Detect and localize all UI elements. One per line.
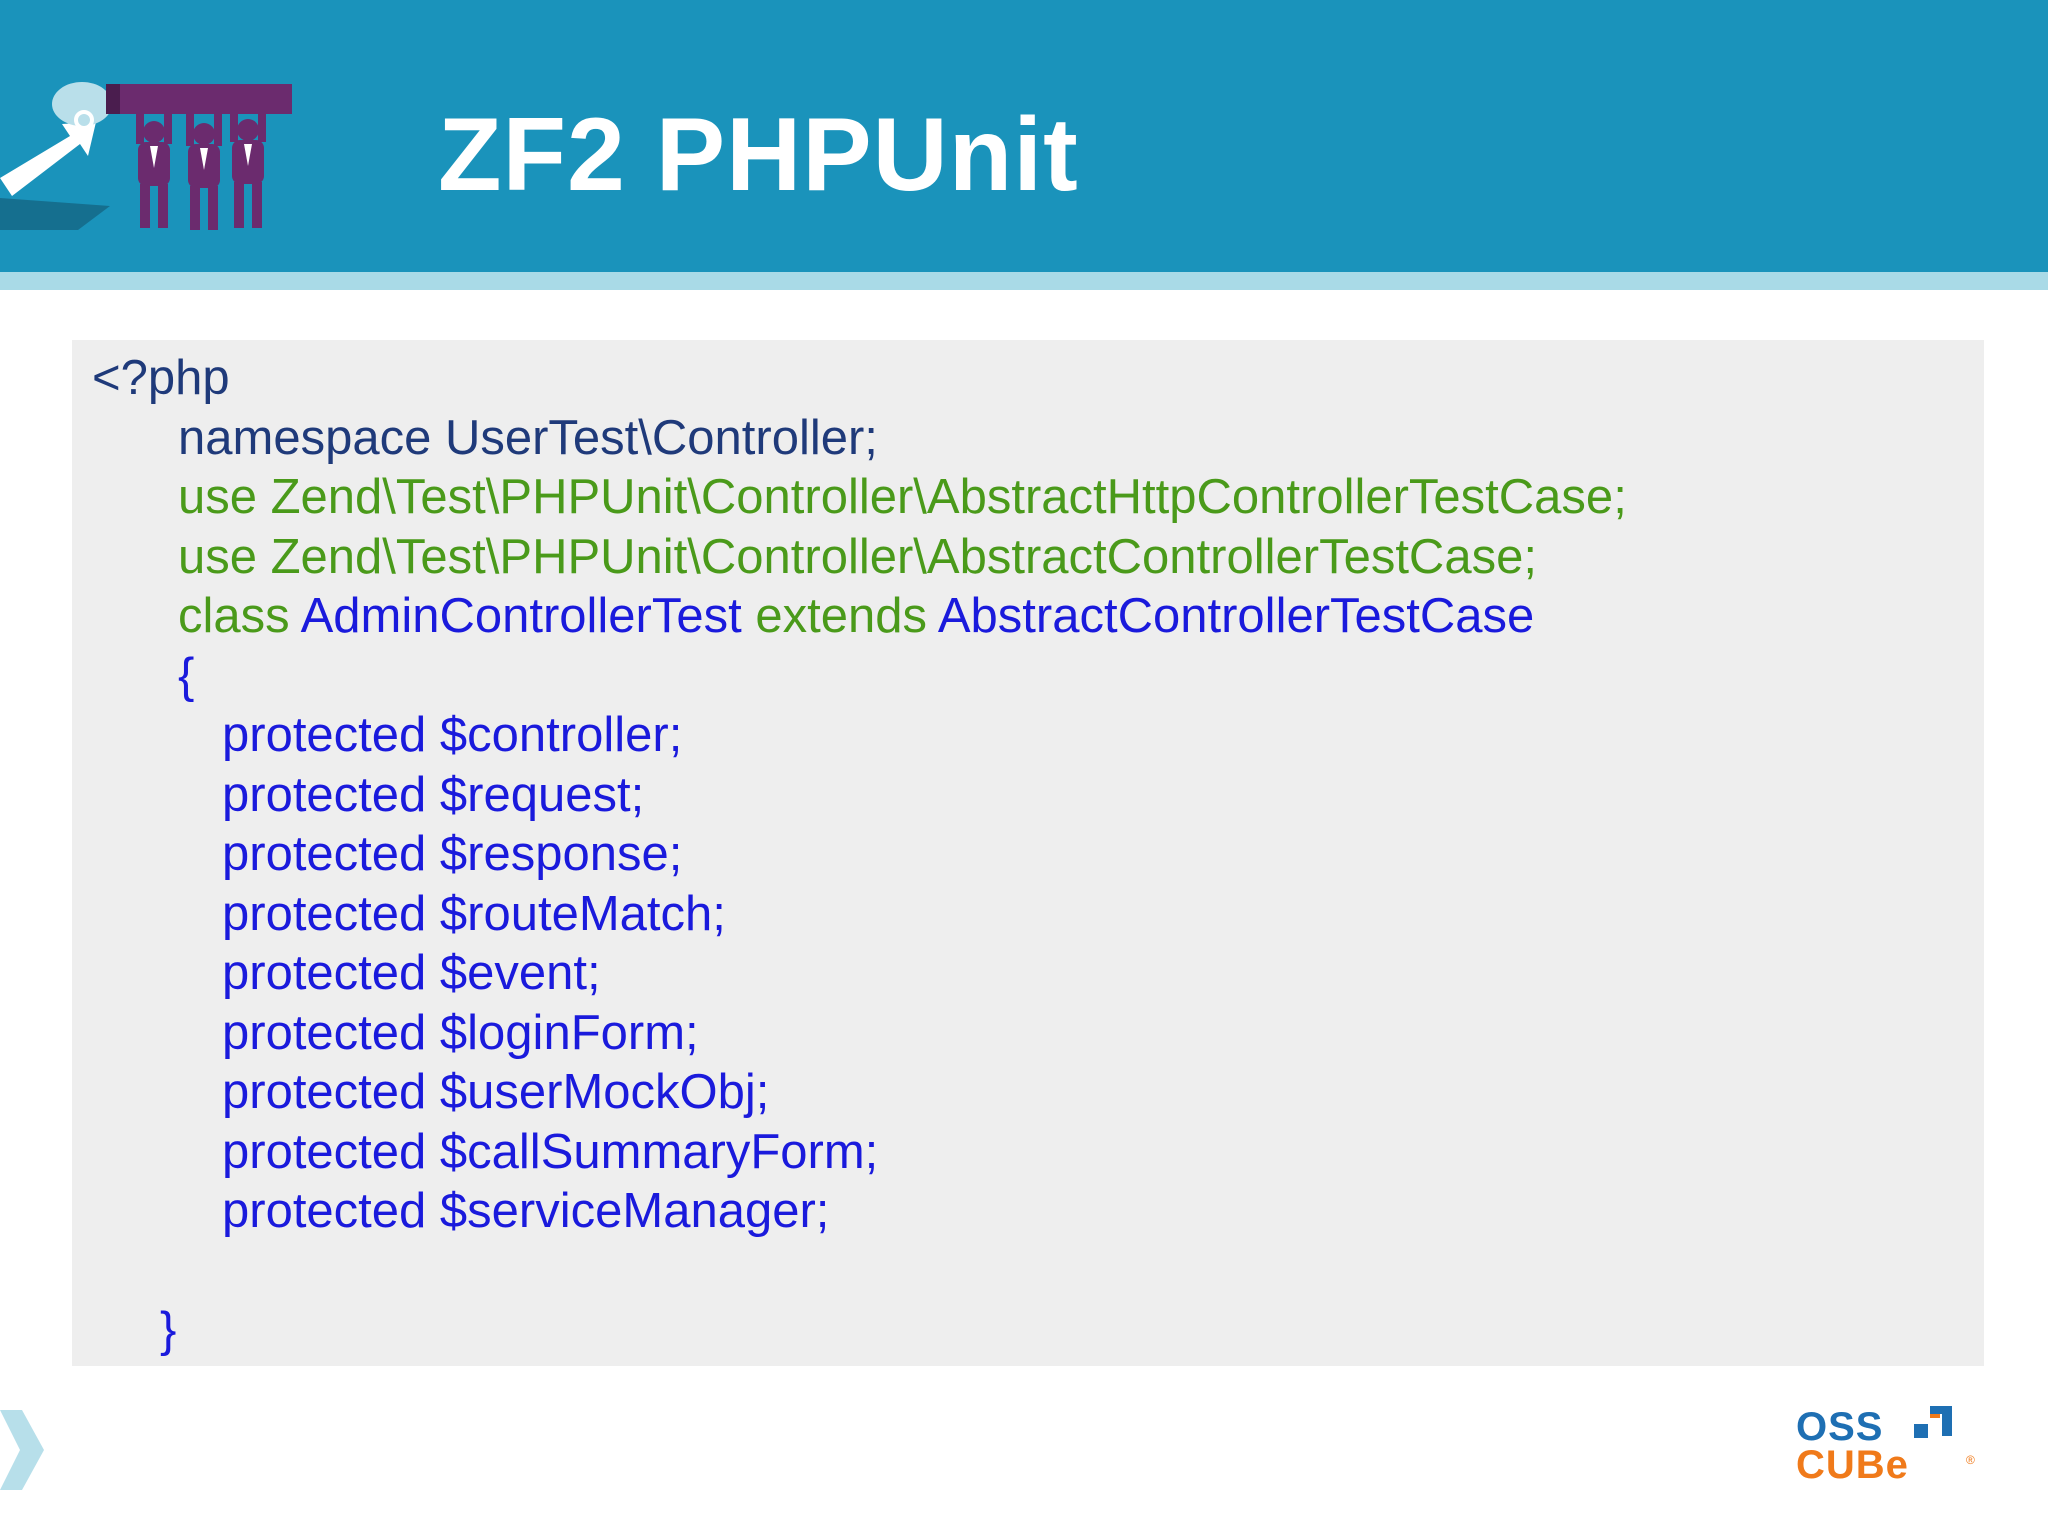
code-token: protected $serviceManager; (222, 1184, 830, 1238)
svg-text:CUBe: CUBe (1796, 1443, 1909, 1482)
code-token: { (178, 649, 195, 703)
code-line: protected $event; (222, 943, 601, 1003)
code-line: use Zend\Test\PHPUnit\Controller\Abstrac… (178, 467, 1627, 527)
code-token: <?php (92, 351, 230, 405)
code-line: protected $loginForm; (222, 1003, 699, 1063)
code-token: protected $request; (222, 768, 645, 822)
oss-cube-logo: OSS CUBe ® (1796, 1405, 1975, 1482)
code-line: <?php (92, 348, 230, 408)
code-line: protected $request; (222, 765, 644, 825)
header-divider (0, 272, 2048, 290)
code-token: protected $loginForm; (222, 1006, 699, 1060)
code-line: protected $serviceManager; (222, 1181, 829, 1241)
code-line: { (178, 646, 194, 706)
code-token: use Zend\Test\PHPUnit\Controller\Abstrac… (178, 470, 1627, 524)
business-team-illustration (0, 82, 292, 230)
code-token: namespace UserTest\Controller; (178, 411, 878, 465)
code-token: protected $callSummaryForm; (222, 1125, 879, 1179)
code-token: protected $routeMatch; (222, 887, 726, 941)
code-token: extends (755, 589, 938, 643)
code-token: protected $event; (222, 946, 601, 1000)
code-token: protected $controller; (222, 708, 683, 762)
code-token: use Zend\Test\PHPUnit\Controller\Abstrac… (178, 530, 1537, 584)
code-token: class (178, 589, 301, 643)
slide-title: ZF2 PHPUnit (438, 97, 1079, 213)
code-line: protected $routeMatch; (222, 884, 726, 944)
code-token: AdminControllerTest (300, 589, 756, 643)
code-line: protected $userMockObj; (222, 1062, 769, 1122)
chevron-right-icon (0, 1410, 44, 1490)
code-block: <?php namespace UserTest\Controller; use… (72, 340, 1984, 1366)
code-token: protected $userMockObj; (222, 1065, 770, 1119)
code-line: } (160, 1300, 176, 1360)
code-line: namespace UserTest\Controller; (178, 408, 878, 468)
code-line: use Zend\Test\PHPUnit\Controller\Abstrac… (178, 527, 1537, 587)
code-token: protected $response; (222, 827, 683, 881)
svg-text:®: ® (1966, 1453, 1975, 1467)
code-line: protected $controller; (222, 705, 682, 765)
code-line: class AdminControllerTest extends Abstra… (178, 586, 1534, 646)
code-line: protected $callSummaryForm; (222, 1122, 878, 1182)
code-token: } (160, 1303, 177, 1357)
code-token: AbstractControllerTestCase (937, 589, 1535, 643)
code-line: protected $response; (222, 824, 682, 884)
slide-header: ZF2 PHPUnit (0, 0, 2048, 272)
